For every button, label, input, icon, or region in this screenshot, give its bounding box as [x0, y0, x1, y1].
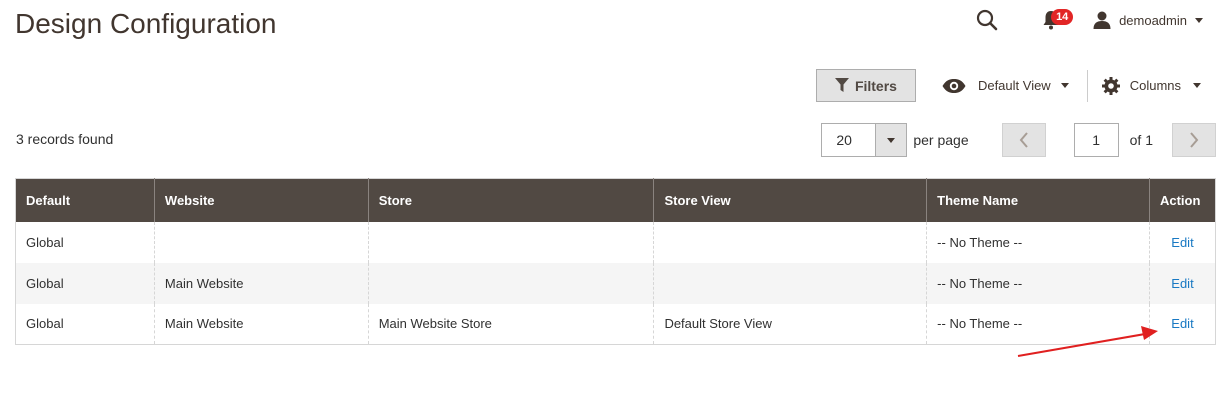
total-pages-label: of 1	[1129, 132, 1153, 148]
chevron-down-icon	[1193, 83, 1201, 88]
table-row: Global Main Website -- No Theme -- Edit	[15, 262, 1216, 304]
pager: 20 per page 1 of 1	[821, 123, 1216, 157]
per-page-dropdown-button[interactable]	[875, 124, 907, 156]
cell-website	[153, 221, 369, 263]
cell-theme-name: -- No Theme --	[926, 221, 1150, 263]
grid-toolbar: Filters Default View Columns	[815, 69, 1201, 102]
cell-default: Global	[26, 316, 64, 332]
username: demoadmin	[1119, 12, 1187, 28]
per-page-label: per page	[913, 132, 969, 148]
cell-default: Global	[15, 262, 155, 304]
cell-action: Edit	[1148, 262, 1216, 304]
chevron-left-icon	[1019, 132, 1028, 148]
filters-label: Filters	[854, 77, 897, 94]
next-page-button[interactable]	[1172, 123, 1216, 157]
chevron-down-icon	[887, 137, 896, 143]
previous-page-button[interactable]	[1001, 123, 1046, 157]
chevron-down-icon	[1060, 83, 1069, 88]
edit-link[interactable]: Edit	[1171, 316, 1193, 331]
cell-action: Edit	[1148, 303, 1216, 345]
grid-header-row: Default Website Store Store View Theme N…	[15, 178, 1216, 222]
cell-store	[367, 262, 654, 304]
gear-icon	[1101, 76, 1120, 95]
cell-store-view: Default Store View	[653, 303, 927, 345]
column-header-action: Action	[1148, 178, 1216, 222]
cell-store-view	[653, 221, 927, 263]
funnel-icon	[834, 78, 849, 92]
columns-label: Columns	[1129, 78, 1181, 93]
column-header-website[interactable]: Website	[153, 178, 369, 222]
cell-website: Main Website	[153, 262, 369, 304]
columns-selector[interactable]: Columns	[1101, 76, 1201, 95]
per-page-value: 20	[836, 132, 852, 148]
eye-icon	[942, 78, 966, 93]
header-actions: 14 demoadmin	[975, 8, 1203, 32]
notifications-button[interactable]: 14	[1039, 8, 1074, 32]
edit-link[interactable]: Edit	[1171, 276, 1193, 291]
user-icon	[1093, 11, 1111, 29]
edit-link[interactable]: Edit	[1171, 235, 1193, 250]
chevron-down-icon	[1195, 17, 1203, 23]
chevron-right-icon	[1190, 132, 1199, 148]
per-page-select[interactable]: 20	[821, 123, 908, 157]
notification-count-badge: 14	[1051, 9, 1074, 25]
records-count: 3 records found	[16, 131, 114, 147]
design-config-grid: Default Website Store Store View Theme N…	[15, 178, 1216, 345]
search-button[interactable]	[975, 8, 999, 32]
cell-default: Global	[26, 234, 64, 250]
cell-website: Main Website	[153, 303, 369, 345]
view-label: Default View	[977, 78, 1051, 93]
divider	[1086, 69, 1088, 102]
column-header-store-view[interactable]: Store View	[653, 178, 927, 222]
search-icon	[976, 9, 998, 31]
cell-store-view	[653, 262, 927, 304]
page-title: Design Configuration	[15, 8, 277, 39]
column-header-theme-name[interactable]: Theme Name	[926, 178, 1150, 222]
table-row: Global Main Website Main Website Store D…	[16, 303, 1216, 345]
user-menu[interactable]: demoadmin	[1093, 11, 1203, 29]
column-header-store[interactable]: Store	[367, 178, 654, 222]
table-row: Global -- No Theme -- Edit	[16, 221, 1216, 263]
cell-theme-name: -- No Theme --	[926, 262, 1150, 304]
cell-theme-name: -- No Theme --	[926, 303, 1150, 345]
current-page-input[interactable]: 1	[1073, 123, 1119, 157]
cell-store: Main Website Store	[367, 303, 654, 345]
filters-button[interactable]: Filters	[815, 69, 916, 102]
cell-action: Edit	[1148, 221, 1216, 263]
column-header-default[interactable]: Default	[15, 178, 155, 222]
cell-store	[367, 221, 654, 263]
view-selector[interactable]: Default View	[942, 78, 1087, 93]
